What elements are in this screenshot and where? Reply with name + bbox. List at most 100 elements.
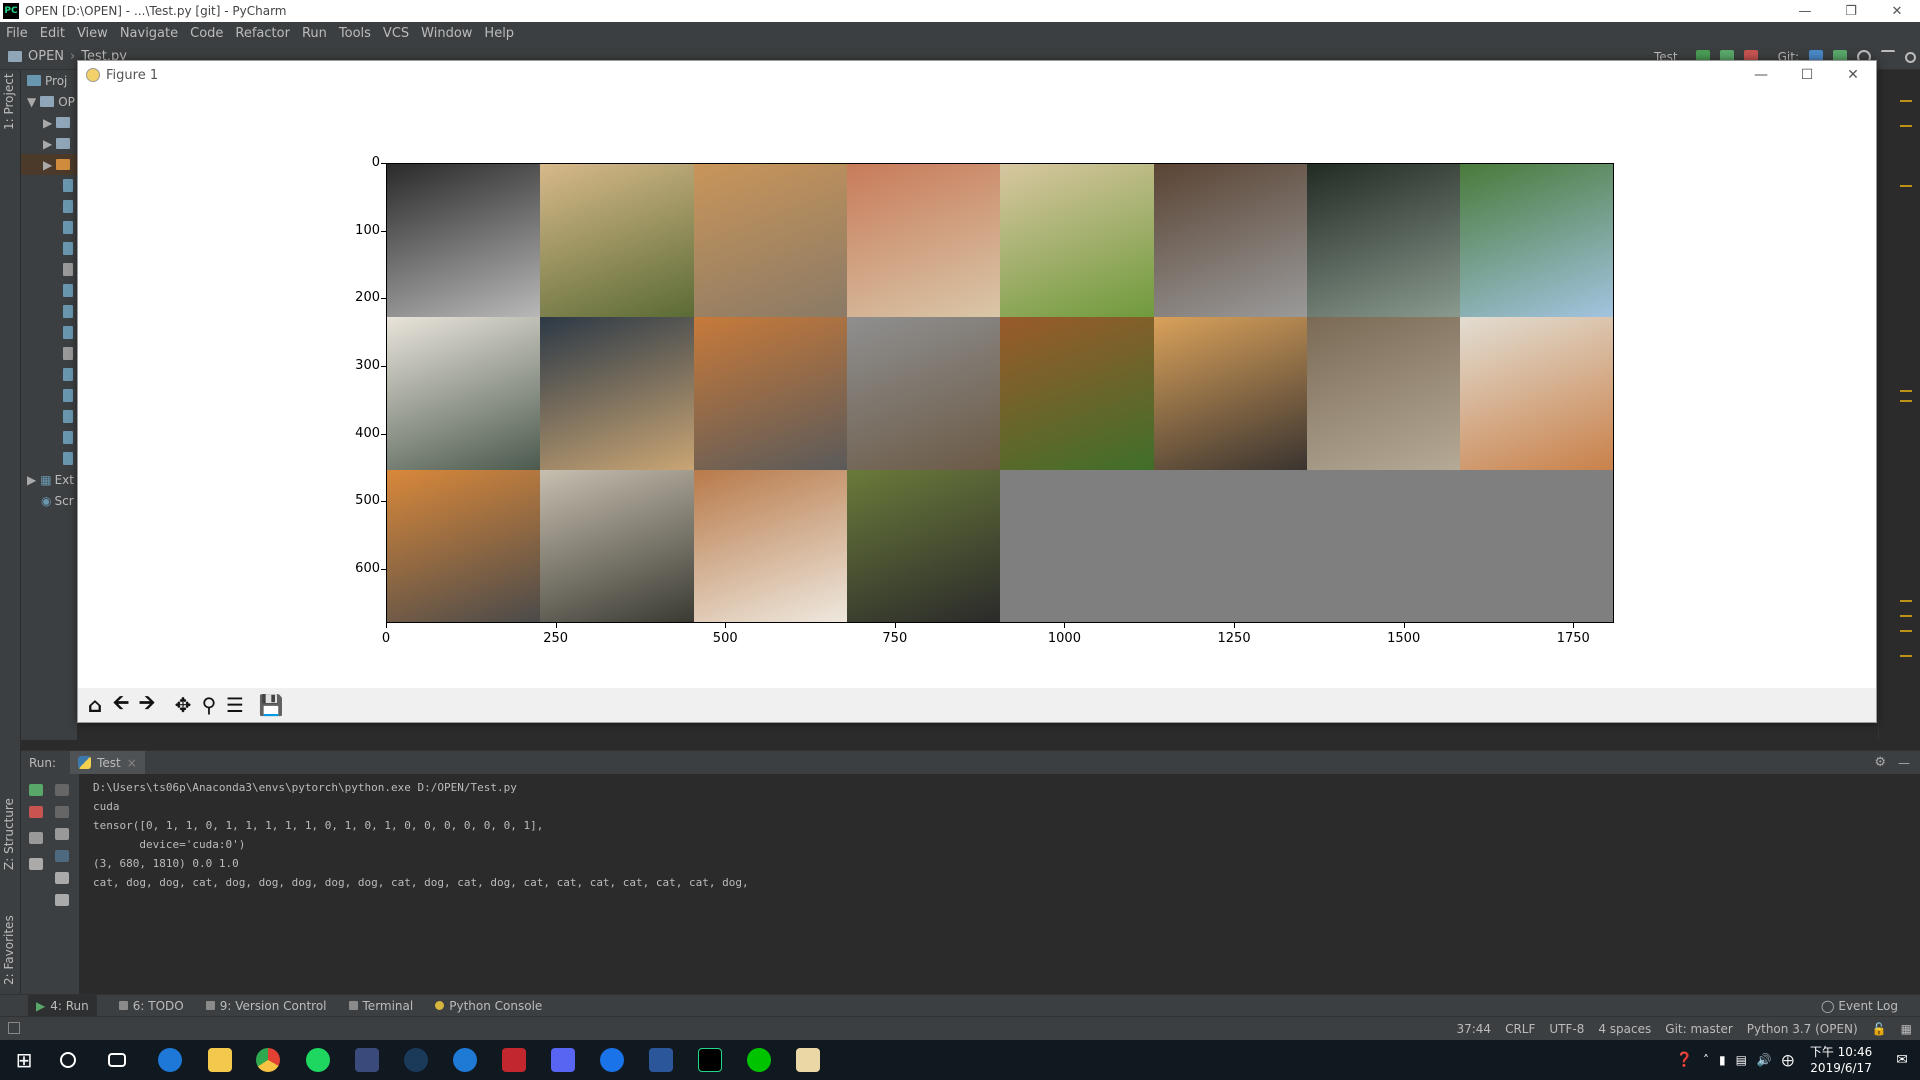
chrome-icon[interactable]	[256, 1048, 280, 1072]
help-icon[interactable]: ❓	[1676, 1052, 1693, 1068]
memory-icon[interactable]: ▦	[1901, 1022, 1912, 1036]
run-tab-test[interactable]: Test ×	[70, 750, 145, 775]
run-console-output[interactable]: D:\Users\ts06p\Anaconda3\envs\pytorch\py…	[79, 774, 1920, 994]
print-icon[interactable]	[55, 872, 69, 884]
clock[interactable]: 下午 10:46 2019/6/17	[1810, 1044, 1872, 1076]
spotify-icon[interactable]	[306, 1048, 330, 1072]
tree-file[interactable]	[21, 259, 77, 280]
error-stripe-mark[interactable]	[1900, 100, 1912, 102]
tree-file[interactable]	[21, 448, 77, 469]
git-branch[interactable]: Git: master	[1665, 1022, 1733, 1036]
error-stripe-mark[interactable]	[1900, 390, 1912, 392]
tab-structure[interactable]: Z: Structure	[2, 798, 16, 870]
menu-view[interactable]: View	[77, 26, 108, 41]
scroll-to-end-icon[interactable]	[55, 850, 69, 862]
indent-setting[interactable]: 4 spaces	[1598, 1022, 1651, 1036]
home-icon[interactable]: ⌂	[82, 692, 108, 718]
menu-edit[interactable]: Edit	[40, 26, 65, 41]
restore-button[interactable]: ❐	[1828, 0, 1874, 22]
back-icon[interactable]: 🡨	[108, 690, 134, 718]
tree-file[interactable]	[21, 406, 77, 427]
figure-minimize-button[interactable]: —	[1738, 61, 1784, 89]
network-icon[interactable]: ▤	[1736, 1053, 1747, 1067]
error-stripe-mark[interactable]	[1900, 630, 1912, 632]
menu-file[interactable]: File	[6, 26, 28, 41]
close-circle-icon[interactable]: ⨁	[1782, 1053, 1794, 1067]
breadcrumb-project[interactable]: OPEN	[28, 49, 64, 64]
tree-file[interactable]	[21, 301, 77, 322]
save-icon[interactable]: 💾	[258, 692, 284, 718]
pan-icon[interactable]: ✥	[170, 692, 196, 718]
hide-panel-icon[interactable]: —	[1898, 756, 1910, 770]
soft-wrap-icon[interactable]	[55, 828, 69, 840]
line-icon[interactable]	[747, 1048, 771, 1072]
pycharm-icon[interactable]	[698, 1048, 722, 1072]
menu-vcs[interactable]: VCS	[383, 26, 409, 41]
chevron-up-icon[interactable]: ˄	[1703, 1053, 1709, 1067]
python-interpreter[interactable]: Python 3.7 (OPEN)	[1747, 1022, 1858, 1036]
search-icon[interactable]	[60, 1052, 76, 1068]
down-arrow-icon[interactable]	[55, 806, 69, 818]
tree-file[interactable]	[21, 238, 77, 259]
pin-icon[interactable]	[29, 858, 43, 870]
error-stripe-mark[interactable]	[1900, 185, 1912, 187]
trash-icon[interactable]	[55, 894, 69, 906]
maps-icon[interactable]	[600, 1048, 624, 1072]
stop-icon[interactable]	[29, 806, 43, 818]
tab-todo[interactable]: 6: TODO	[118, 999, 184, 1013]
tree-folder-selected[interactable]: ▶	[21, 154, 77, 175]
word-icon[interactable]	[649, 1048, 673, 1072]
rollback-icon[interactable]	[1881, 50, 1895, 64]
error-stripe-mark[interactable]	[1900, 615, 1912, 617]
tab-version-control[interactable]: 9: Version Control	[205, 999, 327, 1013]
close-button[interactable]: ✕	[1874, 0, 1920, 22]
search-icon[interactable]	[1905, 51, 1916, 63]
menu-tools[interactable]: Tools	[339, 26, 371, 41]
settings-gear-icon[interactable]: ⚙	[1874, 755, 1886, 770]
file-explorer-icon[interactable]	[208, 1048, 232, 1072]
figure-maximize-button[interactable]: ☐	[1784, 61, 1830, 89]
line-separator[interactable]: CRLF	[1505, 1022, 1535, 1036]
tab-project[interactable]: 1: Project	[2, 73, 16, 130]
close-tab-icon[interactable]: ×	[127, 756, 137, 770]
tree-file[interactable]	[21, 427, 77, 448]
menu-window[interactable]: Window	[421, 26, 472, 41]
error-stripe-mark[interactable]	[1900, 125, 1912, 127]
tab-run[interactable]: ▶ 4: Run	[28, 994, 97, 1017]
error-stripe-mark[interactable]	[1900, 655, 1912, 657]
lock-icon[interactable]: 🔓	[1872, 1022, 1887, 1036]
up-arrow-icon[interactable]	[55, 784, 69, 796]
app-icon[interactable]	[453, 1048, 477, 1072]
tree-file[interactable]	[21, 175, 77, 196]
task-view-icon[interactable]	[108, 1053, 126, 1067]
tree-root[interactable]: ▼ OP	[21, 91, 77, 112]
tree-file[interactable]	[21, 385, 77, 406]
configure-icon[interactable]: ☰	[222, 692, 248, 718]
volume-icon[interactable]: 🔊	[1757, 1053, 1772, 1067]
steam-icon[interactable]	[404, 1048, 428, 1072]
error-stripe-mark[interactable]	[1900, 600, 1912, 602]
tree-scratches[interactable]: ◉ Scr	[21, 490, 77, 511]
figure-close-button[interactable]: ✕	[1830, 61, 1876, 89]
battery-icon[interactable]: ▮	[1719, 1053, 1726, 1067]
menu-help[interactable]: Help	[484, 26, 514, 41]
minimize-button[interactable]: —	[1782, 0, 1828, 22]
toggle-tool-windows-icon[interactable]	[8, 1022, 20, 1034]
tree-folder[interactable]: ▶	[21, 112, 77, 133]
menu-refactor[interactable]: Refactor	[235, 26, 290, 41]
restore-layout-icon[interactable]	[29, 832, 43, 844]
tree-folder[interactable]: ▶	[21, 133, 77, 154]
edge-icon[interactable]	[158, 1048, 182, 1072]
image-grid-axes[interactable]	[386, 163, 1614, 623]
tree-file[interactable]	[21, 343, 77, 364]
tree-file[interactable]	[21, 196, 77, 217]
tab-terminal[interactable]: Terminal	[348, 999, 413, 1013]
tab-favorites[interactable]: 2: Favorites	[2, 915, 16, 985]
app-icon[interactable]	[502, 1048, 526, 1072]
visual-studio-icon[interactable]	[355, 1048, 379, 1072]
menu-navigate[interactable]: Navigate	[120, 26, 178, 41]
discord-icon[interactable]	[551, 1048, 575, 1072]
rerun-icon[interactable]	[29, 784, 43, 796]
tree-file[interactable]	[21, 364, 77, 385]
windows-start-icon[interactable]: ⊞	[12, 1048, 36, 1072]
